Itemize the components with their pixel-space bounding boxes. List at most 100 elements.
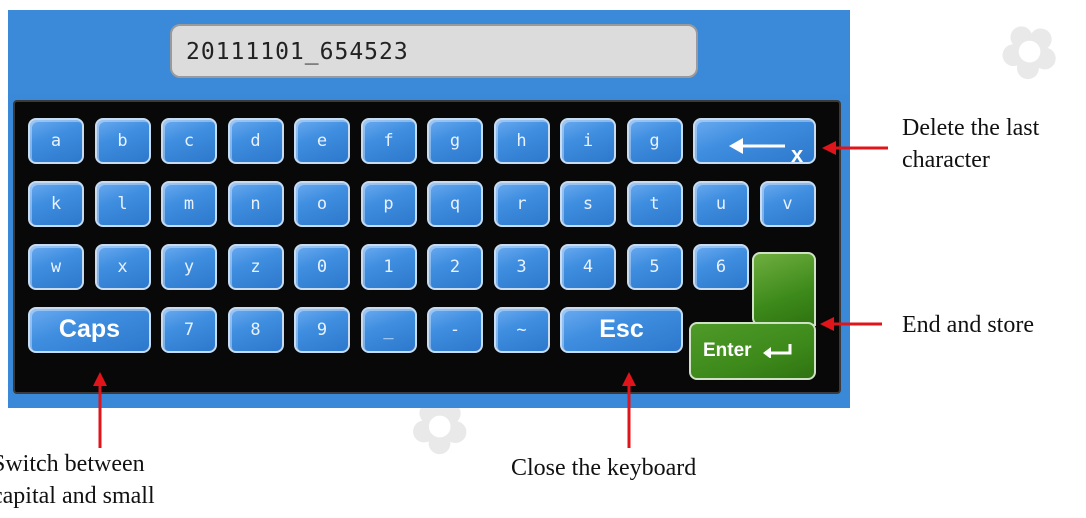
key-h-label: h xyxy=(516,131,527,151)
key-m-label: m xyxy=(183,194,195,214)
key-f[interactable]: f xyxy=(360,118,417,164)
key-x-label: x xyxy=(117,257,128,277)
key-7[interactable]: 7 xyxy=(161,307,217,353)
key-s[interactable]: s xyxy=(560,181,616,227)
key-r-label: r xyxy=(516,194,527,214)
input-bar: 20111101_654523 xyxy=(8,10,850,94)
esc-key[interactable]: Esc xyxy=(560,307,683,353)
key-tilde[interactable]: ~ xyxy=(493,307,550,353)
key-q[interactable]: q xyxy=(427,181,483,227)
key-8[interactable]: 8 xyxy=(227,307,284,353)
key-hyphen[interactable]: - xyxy=(427,307,483,353)
enter-key[interactable]: Enter xyxy=(689,322,816,380)
arrow-enter-icon xyxy=(820,317,882,331)
filename-input[interactable]: 20111101_654523 xyxy=(170,24,698,78)
key-underscore[interactable]: _ xyxy=(360,307,417,353)
key-r[interactable]: r xyxy=(493,181,550,227)
annotation-caps-line1: Switch between xyxy=(0,451,145,477)
key-c[interactable]: c xyxy=(161,118,217,164)
key-o-label: o xyxy=(316,194,328,214)
key-z-label: z xyxy=(250,257,261,277)
key-a[interactable]: a xyxy=(28,118,84,164)
key-p[interactable]: p xyxy=(360,181,417,227)
key-hyphen-label: - xyxy=(449,320,461,340)
annotation-delete-line1: Delete the last xyxy=(902,115,1040,141)
caps-key-label: Caps xyxy=(58,315,121,343)
key-6[interactable]: 6 xyxy=(693,244,749,290)
watermark: ✿ xyxy=(984,2,1075,100)
key-x[interactable]: x xyxy=(94,244,151,290)
key-e[interactable]: e xyxy=(294,118,350,164)
key-i[interactable]: i xyxy=(560,118,616,164)
key-g[interactable]: g xyxy=(427,118,483,164)
backspace-x-label: x xyxy=(791,142,804,167)
key-e-label: e xyxy=(316,131,328,151)
enter-key-top[interactable] xyxy=(752,252,816,326)
key-h[interactable]: h xyxy=(493,118,550,164)
key-m[interactable]: m xyxy=(161,181,217,227)
key-o[interactable]: o xyxy=(294,181,350,227)
annotation-delete-line2: character xyxy=(902,147,990,173)
backspace-key[interactable]: x xyxy=(693,118,816,167)
key-w-label: w xyxy=(50,257,62,277)
key-f-label: f xyxy=(383,131,394,151)
key-g-label: g xyxy=(449,131,461,151)
key-5-label: 5 xyxy=(649,257,660,277)
key-s-label: s xyxy=(582,194,594,214)
backspace-arrow-icon xyxy=(729,138,785,154)
enter-arrow-icon xyxy=(763,344,792,358)
key-d-label: d xyxy=(250,131,261,151)
annotation-delete: Delete the last character xyxy=(902,112,1039,176)
key-a-label: a xyxy=(50,131,62,151)
arrow-caps-icon xyxy=(93,372,107,448)
key-z[interactable]: z xyxy=(227,244,284,290)
key-q-label: q xyxy=(449,194,461,214)
key-b-label: b xyxy=(117,131,128,151)
key-w[interactable]: w xyxy=(28,244,84,290)
key-9-label: 9 xyxy=(316,320,328,340)
key-0[interactable]: 0 xyxy=(294,244,350,290)
key-t[interactable]: t xyxy=(626,181,683,227)
key-0-label: 0 xyxy=(316,257,328,277)
key-4[interactable]: 4 xyxy=(560,244,616,290)
key-g-label: g xyxy=(649,131,660,151)
esc-key-label: Esc xyxy=(599,315,644,343)
key-l[interactable]: l xyxy=(94,181,151,227)
key-2[interactable]: 2 xyxy=(427,244,483,290)
key-y[interactable]: y xyxy=(161,244,217,290)
key-b[interactable]: b xyxy=(94,118,151,164)
annotation-caps-line2: capital and small xyxy=(0,483,155,509)
caps-key[interactable]: Caps xyxy=(28,307,151,353)
key-6-label: 6 xyxy=(715,257,727,277)
key-d[interactable]: d xyxy=(227,118,284,164)
bottom-strip xyxy=(8,403,850,408)
annotation-end-store: End and store xyxy=(902,312,1034,338)
key-5[interactable]: 5 xyxy=(626,244,683,290)
key-9[interactable]: 9 xyxy=(294,307,350,353)
annotation-caps: Switch between capital and small xyxy=(0,448,155,512)
enter-label: Enter xyxy=(703,340,752,361)
key-v-label: v xyxy=(782,194,793,214)
arrow-esc-icon xyxy=(622,372,636,448)
arrow-delete-icon xyxy=(822,141,888,155)
key-3-label: 3 xyxy=(516,257,527,277)
key-c-label: c xyxy=(183,131,195,151)
key-1-label: 1 xyxy=(383,257,394,277)
key-u[interactable]: u xyxy=(693,181,749,227)
key-u-label: u xyxy=(715,194,727,214)
key-l-label: l xyxy=(117,194,128,214)
key-7-label: 7 xyxy=(183,320,195,340)
annotation-close: Close the keyboard xyxy=(511,455,697,481)
key-1[interactable]: 1 xyxy=(360,244,417,290)
key-8-label: 8 xyxy=(250,320,261,340)
key-v[interactable]: v xyxy=(759,181,816,227)
key-tilde-label: ~ xyxy=(516,320,527,340)
key-n[interactable]: n xyxy=(227,181,284,227)
key-2-label: 2 xyxy=(449,257,461,277)
key-n-label: n xyxy=(250,194,261,214)
key-3[interactable]: 3 xyxy=(493,244,550,290)
key-g[interactable]: g xyxy=(626,118,683,164)
key-k[interactable]: k xyxy=(28,181,84,227)
key-p-label: p xyxy=(383,194,394,214)
key-i-label: i xyxy=(582,131,594,151)
